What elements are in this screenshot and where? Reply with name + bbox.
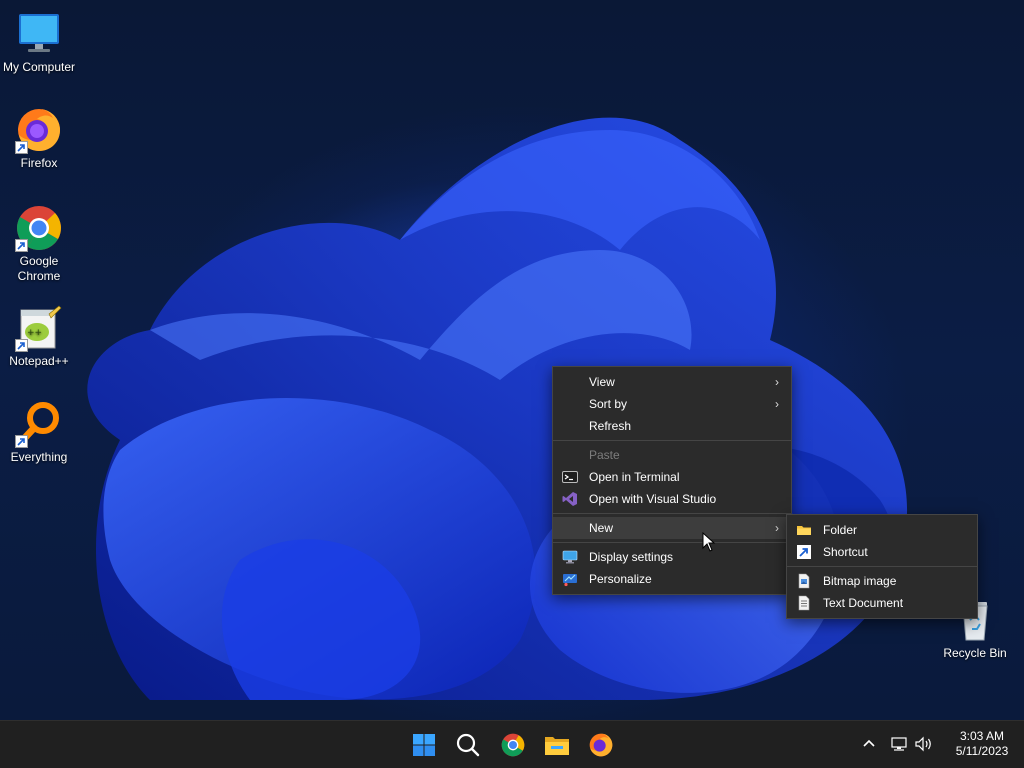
- new-submenu: Folder Shortcut Bitmap image Text Docume…: [786, 514, 978, 619]
- menu-item-open-terminal[interactable]: Open in Terminal: [553, 466, 791, 488]
- menu-item-new[interactable]: New ›: [553, 517, 791, 539]
- menu-item-refresh[interactable]: Refresh: [553, 415, 791, 437]
- menu-item-label: Paste: [589, 448, 620, 462]
- shortcut-arrow-icon: [15, 435, 28, 448]
- desktop-context-menu: View › Sort by › Refresh Paste Open in T…: [552, 366, 792, 595]
- terminal-icon: [562, 469, 578, 485]
- network-icon: [891, 737, 907, 751]
- chevron-right-icon: ›: [775, 521, 779, 535]
- chevron-right-icon: ›: [775, 375, 779, 389]
- folder-icon: [796, 522, 812, 538]
- chrome-icon: [501, 733, 525, 757]
- taskbar-search-button[interactable]: [452, 729, 484, 761]
- desktop-icon-my-computer[interactable]: My Computer: [0, 10, 78, 75]
- desktop-icon-firefox[interactable]: Firefox: [0, 106, 78, 171]
- menu-item-label: Display settings: [589, 550, 674, 564]
- menu-item-paste: Paste: [553, 444, 791, 466]
- text-document-icon: [796, 595, 812, 611]
- taskbar-chrome-button[interactable]: [497, 729, 529, 761]
- volume-icon: [915, 736, 931, 752]
- firefox-icon: [15, 106, 63, 154]
- menu-item-label: Personalize: [589, 572, 652, 586]
- submenu-item-shortcut[interactable]: Shortcut: [787, 541, 977, 563]
- desktop-icon-label: Everything: [10, 450, 68, 464]
- menu-item-label: Bitmap image: [823, 574, 897, 588]
- taskbar: 3:03 AM 5/11/2023: [0, 720, 1024, 768]
- menu-item-label: Refresh: [589, 419, 632, 433]
- taskbar-firefox-button[interactable]: [585, 729, 617, 761]
- menu-item-label: Folder: [823, 523, 858, 537]
- submenu-item-bitmap-image[interactable]: Bitmap image: [787, 570, 977, 592]
- clock-date: 5/11/2023: [955, 744, 1009, 758]
- desktop-icon-label: Notepad++: [9, 354, 69, 368]
- tray-network-button[interactable]: [890, 735, 910, 753]
- mouse-cursor-icon: [702, 532, 716, 552]
- submenu-item-text-document[interactable]: Text Document: [787, 592, 977, 614]
- menu-item-label: View: [589, 375, 615, 389]
- start-icon: [413, 734, 435, 756]
- menu-item-sort-by[interactable]: Sort by ›: [553, 393, 791, 415]
- menu-item-label: Text Document: [823, 596, 904, 610]
- tray-volume-button[interactable]: [914, 735, 934, 753]
- menu-item-label: Open with Visual Studio: [589, 492, 717, 506]
- menu-item-personalize[interactable]: Personalize: [553, 568, 791, 590]
- display-icon: [562, 549, 578, 565]
- file-explorer-icon: [545, 737, 569, 755]
- desktop-icon-notepadpp[interactable]: ++ Notepad++: [0, 304, 78, 369]
- menu-separator: [553, 513, 791, 514]
- submenu-item-folder[interactable]: Folder: [787, 519, 977, 541]
- firefox-icon: [589, 733, 613, 757]
- menu-item-label: Open in Terminal: [589, 470, 680, 484]
- desktop-icon-label: My Computer: [2, 60, 76, 74]
- chrome-icon: [15, 204, 63, 252]
- menu-separator: [787, 566, 977, 567]
- magnifier-icon: [15, 400, 63, 448]
- desktop-icon-google-chrome[interactable]: Google Chrome: [0, 204, 78, 284]
- shortcut-arrow-icon: [15, 239, 28, 252]
- menu-separator: [553, 542, 791, 543]
- menu-item-display-settings[interactable]: Display settings: [553, 546, 791, 568]
- visual-studio-icon: [562, 491, 578, 507]
- svg-text:++: ++: [27, 328, 42, 338]
- menu-separator: [553, 440, 791, 441]
- desktop-icon-label: Recycle Bin: [943, 646, 1007, 660]
- menu-item-view[interactable]: View ›: [553, 371, 791, 393]
- bitmap-file-icon: [796, 573, 812, 589]
- desktop-icon-label: Firefox: [20, 156, 58, 170]
- clock-time: 3:03 AM: [959, 729, 1005, 743]
- menu-item-open-visual-studio[interactable]: Open with Visual Studio: [553, 488, 791, 510]
- monitor-icon: [15, 10, 63, 58]
- menu-item-label: Shortcut: [823, 545, 868, 559]
- menu-item-label: New: [589, 521, 614, 535]
- tray-overflow-button[interactable]: [860, 735, 878, 753]
- search-icon: [456, 733, 480, 757]
- shortcut-arrow-icon: [15, 339, 28, 352]
- desktop-icon-label: Google Chrome: [17, 254, 61, 283]
- notepadpp-icon: ++: [15, 304, 63, 352]
- desktop-icon-everything[interactable]: Everything: [0, 400, 78, 465]
- shortcut-arrow-icon: [15, 141, 28, 154]
- shortcut-icon: [796, 544, 812, 560]
- chevron-up-icon: [863, 739, 875, 747]
- personalize-icon: [562, 571, 578, 587]
- tray-clock[interactable]: 3:03 AM 5/11/2023: [944, 729, 1020, 759]
- start-button[interactable]: [408, 729, 440, 761]
- menu-item-label: Sort by: [589, 397, 628, 411]
- chevron-right-icon: ›: [775, 397, 779, 411]
- taskbar-file-explorer-button[interactable]: [541, 729, 573, 761]
